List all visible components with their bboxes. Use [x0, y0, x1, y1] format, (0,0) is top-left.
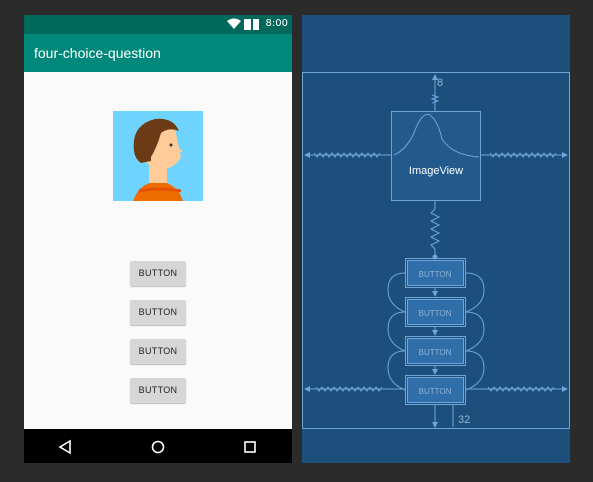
blueprint-button-label-4: BUTTON	[419, 387, 452, 396]
imageview-bottom-constraint	[429, 208, 441, 257]
choice-button-2[interactable]: BUTTON	[130, 300, 186, 325]
blueprint-button-label-2: BUTTON	[419, 309, 452, 318]
bottom-margin-label: 32	[458, 414, 470, 426]
blueprint-canvas: 8 ImageView BUTTON BUTTON BUTTON BUTTON …	[302, 72, 570, 429]
top-margin-label: 8	[437, 77, 443, 89]
blueprint-button-label-1: BUTTON	[419, 270, 452, 279]
home-icon	[151, 440, 165, 454]
choice-button-4[interactable]: BUTTON	[130, 378, 186, 403]
app-bar: four-choice-question	[24, 34, 292, 72]
app-title: four-choice-question	[34, 45, 161, 61]
design-preview: 8:00 four-choice-question BUTTON BUTTON …	[24, 15, 292, 463]
recents-icon	[244, 441, 256, 453]
status-time: 8:00	[265, 18, 288, 29]
status-bar: 8:00	[24, 15, 292, 34]
wifi-icon	[227, 18, 241, 29]
imageview-label: ImageView	[409, 165, 463, 177]
battery-icon	[253, 19, 259, 30]
blueprint-button-label-3: BUTTON	[419, 348, 452, 357]
blueprint-view: 8 ImageView BUTTON BUTTON BUTTON BUTTON …	[302, 15, 570, 463]
navigation-bar	[24, 429, 292, 463]
avatar-image[interactable]	[113, 111, 203, 201]
status-icons	[227, 18, 259, 30]
signal-icon	[244, 19, 251, 30]
choice-button-1[interactable]: BUTTON	[130, 261, 186, 286]
back-icon	[58, 439, 71, 455]
choice-button-3[interactable]: BUTTON	[130, 339, 186, 364]
imageview-outline	[391, 111, 481, 201]
